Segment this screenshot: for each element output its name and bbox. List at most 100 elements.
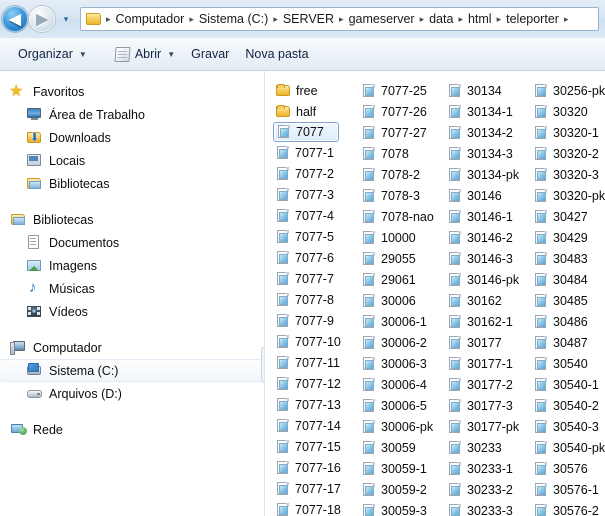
breadcrumb-item-computador[interactable]: Computador	[113, 11, 188, 27]
breadcrumb-item-data[interactable]: data	[426, 11, 456, 27]
file-list-item[interactable]: half	[273, 101, 359, 122]
file-list-item[interactable]: 30485	[531, 290, 603, 311]
sidebar-item-bibliotecas-fav[interactable]: Bibliotecas	[0, 172, 264, 195]
open-button[interactable]: Abrir ▼	[107, 43, 183, 66]
file-list-item[interactable]: 30006	[359, 290, 445, 311]
file-list-item[interactable]: 7077-26	[359, 101, 445, 122]
file-list-item[interactable]: 7077-27	[359, 122, 445, 143]
file-list-item[interactable]: 30320-2	[531, 143, 603, 164]
file-list-item[interactable]: 30576-1	[531, 479, 603, 500]
file-list-item[interactable]: 30146-1	[445, 206, 531, 227]
file-list-item[interactable]: 30134-3	[445, 143, 531, 164]
sidebar-item-locais[interactable]: Locais	[0, 149, 264, 172]
file-list-item[interactable]: 30486	[531, 311, 603, 332]
sidebar-item-videos[interactable]: Vídeos	[0, 300, 264, 323]
forward-button[interactable]: ▶	[29, 6, 55, 32]
sidebar-group-favoritos[interactable]: Favoritos	[0, 80, 264, 103]
file-list-item[interactable]: 30059	[359, 437, 445, 458]
file-list-item[interactable]: 30233-2	[445, 479, 531, 500]
file-list-item[interactable]: 30177-3	[445, 395, 531, 416]
sidebar-item-musicas[interactable]: Músicas	[0, 277, 264, 300]
file-list-item[interactable]: 30320-pk	[531, 185, 605, 206]
file-list-item[interactable]: 30134-pk	[445, 164, 531, 185]
file-list-item[interactable]: 7077-5	[273, 226, 359, 247]
breadcrumb-item-sistema-c[interactable]: Sistema (C:)	[196, 11, 271, 27]
file-list-item[interactable]: 30134	[445, 80, 531, 101]
file-list-item[interactable]: 30146-3	[445, 248, 531, 269]
sidebar-item-sistema-c[interactable]: Sistema (C:)	[0, 359, 262, 382]
sidebar-group-rede[interactable]: Rede	[0, 418, 264, 441]
new-folder-button[interactable]: Nova pasta	[237, 43, 316, 65]
file-list[interactable]: free half 7077 7077-1 7077-2 7077-3 7077-4 7077…	[265, 71, 605, 516]
file-list-item[interactable]: 7078-2	[359, 164, 445, 185]
file-list-item[interactable]: 30006-4	[359, 374, 445, 395]
file-list-item[interactable]: 30429	[531, 227, 603, 248]
file-list-item[interactable]: 7077-13	[273, 394, 359, 415]
sidebar-item-arquivos-d[interactable]: Arquivos (D:)	[0, 382, 264, 405]
file-list-item[interactable]: 30576-2	[531, 500, 603, 516]
file-list-item[interactable]: 7077-1	[273, 142, 359, 163]
back-button[interactable]: ◀	[2, 6, 28, 32]
file-list-item[interactable]: 30540-1	[531, 374, 603, 395]
file-list-item[interactable]: 7077-2	[273, 163, 359, 184]
file-list-item[interactable]: 7078-3	[359, 185, 445, 206]
burn-button[interactable]: Gravar	[183, 43, 237, 65]
file-list-item[interactable]: 30540-3	[531, 416, 603, 437]
file-list-item[interactable]: 7077-4	[273, 205, 359, 226]
file-list-item[interactable]: free	[273, 80, 359, 101]
sidebar-item-imagens[interactable]: Imagens	[0, 254, 264, 277]
file-list-item[interactable]: 30006-3	[359, 353, 445, 374]
file-list-item[interactable]: 30427	[531, 206, 603, 227]
breadcrumb-item-html[interactable]: html	[465, 11, 495, 27]
file-list-item[interactable]: 7078-nao	[359, 206, 445, 227]
file-list-item[interactable]: 30484	[531, 269, 603, 290]
file-list-item[interactable]: 7077-18	[273, 499, 359, 516]
sidebar-item-documentos[interactable]: Documentos	[0, 231, 264, 254]
file-list-item[interactable]: 30134-2	[445, 122, 531, 143]
file-list-item[interactable]: 30177-1	[445, 353, 531, 374]
sidebar-item-area-de-trabalho[interactable]: Área de Trabalho	[0, 103, 264, 126]
file-list-item[interactable]: 30540	[531, 353, 603, 374]
sidebar-item-downloads[interactable]: Downloads	[0, 126, 264, 149]
file-list-item[interactable]: 30006-pk	[359, 416, 445, 437]
file-list-item[interactable]: 30320	[531, 101, 603, 122]
file-list-item[interactable]: 7077-16	[273, 457, 359, 478]
file-list-item[interactable]: 29061	[359, 269, 445, 290]
file-list-item[interactable]: 30146-2	[445, 227, 531, 248]
file-list-item[interactable]: 30233-3	[445, 500, 531, 516]
file-list-item[interactable]: 30006-5	[359, 395, 445, 416]
breadcrumb[interactable]: ▸ Computador ▸ Sistema (C:) ▸ SERVER ▸ g…	[80, 7, 599, 31]
file-list-item[interactable]: 30059-1	[359, 458, 445, 479]
file-list-item[interactable]: 30134-1	[445, 101, 531, 122]
file-list-item[interactable]: 30177	[445, 332, 531, 353]
file-list-item[interactable]: 30540-pk	[531, 437, 605, 458]
file-list-item[interactable]: 30233	[445, 437, 531, 458]
file-list-item[interactable]: 7078	[359, 143, 445, 164]
file-list-item[interactable]: 30320-1	[531, 122, 603, 143]
file-list-item[interactable]: 7077-8	[273, 289, 359, 310]
file-list-item[interactable]: 30320-3	[531, 164, 603, 185]
file-list-item[interactable]: 30177-2	[445, 374, 531, 395]
file-list-item[interactable]: 7077-15	[273, 436, 359, 457]
file-list-item[interactable]: 7077-12	[273, 373, 359, 394]
file-list-item[interactable]: 30177-pk	[445, 416, 531, 437]
file-list-item[interactable]: 7077-25	[359, 80, 445, 101]
file-list-item[interactable]: 30006-2	[359, 332, 445, 353]
file-list-item[interactable]: 7077-11	[273, 352, 359, 373]
file-list-item[interactable]: 7077-14	[273, 415, 359, 436]
organize-button[interactable]: Organizar ▼	[10, 43, 95, 65]
breadcrumb-item-teleporter[interactable]: teleporter	[503, 11, 562, 27]
file-list-item[interactable]: 30146-pk	[445, 269, 531, 290]
file-list-item[interactable]: 10000	[359, 227, 445, 248]
file-list-item[interactable]: 7077-10	[273, 331, 359, 352]
file-list-item[interactable]: 30162-1	[445, 311, 531, 332]
sidebar-group-computador[interactable]: Computador	[0, 336, 264, 359]
file-list-item[interactable]: 30233-1	[445, 458, 531, 479]
file-list-item[interactable]: 7077-7	[273, 268, 359, 289]
file-list-item[interactable]: 7077-17	[273, 478, 359, 499]
file-list-item[interactable]: 30576	[531, 458, 603, 479]
file-list-item[interactable]: 7077-6	[273, 247, 359, 268]
breadcrumb-item-server[interactable]: SERVER	[280, 11, 337, 27]
file-list-item[interactable]: 30059-2	[359, 479, 445, 500]
file-list-item[interactable]: 29055	[359, 248, 445, 269]
